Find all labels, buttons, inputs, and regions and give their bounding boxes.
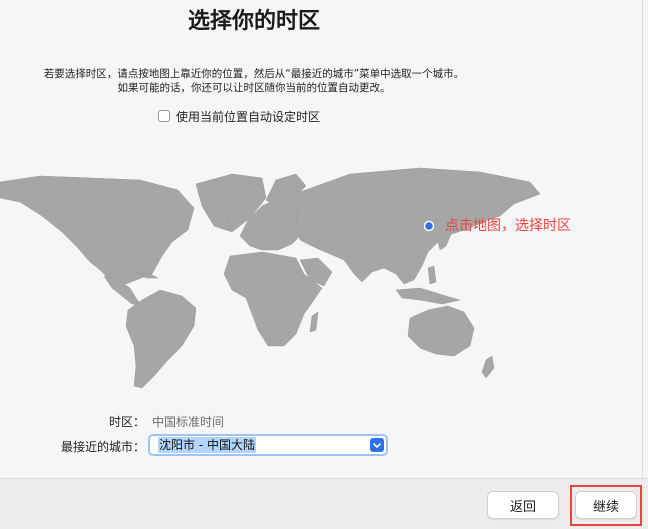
map-annotation: 点击地图，选择时区 [445, 218, 571, 234]
auto-timezone-option[interactable]: 使用当前位置自动设定时区 [158, 108, 320, 124]
page-title: 选择你的时区 [187, 9, 320, 34]
south-america-shape [125, 289, 197, 389]
instruction-line-1: 若要选择时区，请点按地图上靠近你的位置，然后从“最接近的城市”菜单中选取一个城市… [43, 68, 465, 80]
auto-timezone-label: 使用当前位置自动设定时区 [176, 109, 321, 124]
closest-city-value: 沈阳市 - 中国大陆 [158, 437, 256, 453]
closest-city-label: 最接近的城市： [60, 440, 145, 454]
world-map[interactable] [0, 150, 560, 400]
new-zealand-shape [481, 355, 495, 379]
chevron-updown-icon[interactable] [370, 438, 384, 452]
timezone-label: 时区： [108, 415, 145, 429]
location-marker [423, 220, 435, 232]
timezone-value: 中国标准时间 [152, 415, 225, 429]
closest-city-select[interactable]: 沈阳市 - 中国大陆 [148, 434, 388, 456]
indonesia-shape [395, 287, 461, 305]
madagascar-shape [309, 311, 319, 333]
australia-shape [407, 305, 475, 357]
auto-timezone-checkbox[interactable] [158, 110, 170, 122]
instruction-line-2: 如果可能的话，你还可以让时区随你当前的位置自动更改。 [117, 82, 391, 94]
north-america-shape [0, 175, 195, 285]
continue-highlight-box [570, 485, 642, 526]
window-divider [642, 0, 643, 478]
back-button[interactable]: 返回 [487, 491, 559, 519]
philippines-shape [427, 265, 437, 285]
